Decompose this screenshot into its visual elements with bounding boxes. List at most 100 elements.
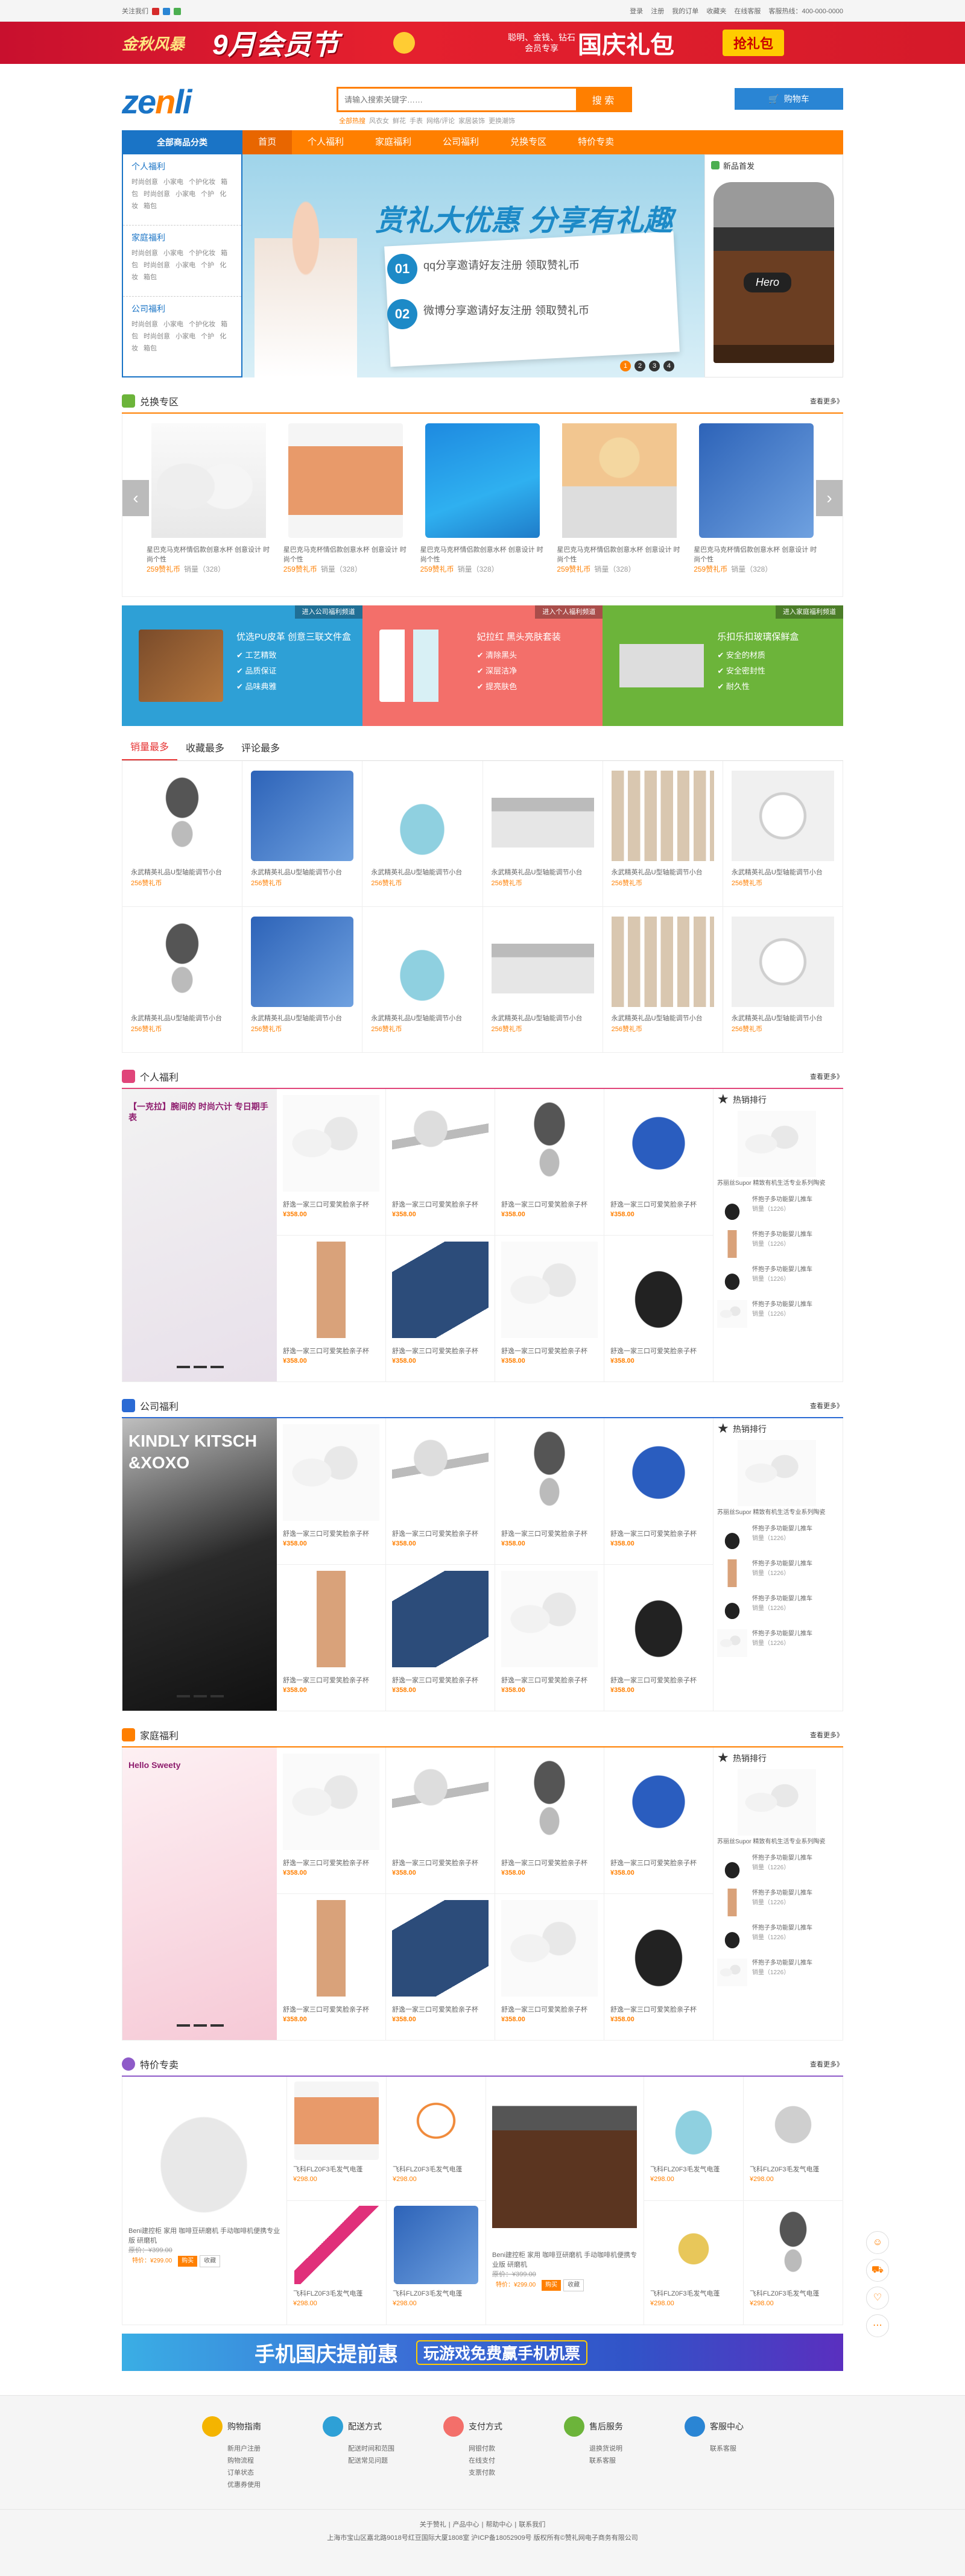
- product-name[interactable]: 舒逸一家三口可爱笑脸亲子杯: [392, 2005, 489, 2015]
- product-image[interactable]: [283, 1424, 379, 1521]
- wechat-icon[interactable]: [174, 8, 182, 16]
- product-name[interactable]: 怀抱子多功能婴儿推车: [752, 1524, 812, 1534]
- product-name[interactable]: 怀抱子多功能婴儿推车: [752, 1629, 812, 1639]
- product-name[interactable]: 星巴克马克杯情侣款创意水杯 创意设计 时尚个性: [147, 545, 271, 564]
- product-image[interactable]: [610, 1900, 707, 1997]
- category-family[interactable]: 家庭福利 时尚创意 小家电 个护化妆 箱包 时尚创意 小家电 个护 化妆 箱包: [123, 226, 241, 297]
- product-name[interactable]: 飞科FLZ0F3毛发气电蓬: [650, 2289, 737, 2299]
- product-name[interactable]: 舒逸一家三口可爱笑脸亲子杯: [283, 1200, 379, 1210]
- product-name[interactable]: 舒逸一家三口可爱笑脸亲子杯: [610, 2005, 707, 2015]
- slider-dot[interactable]: 4: [663, 361, 674, 371]
- product-name[interactable]: 舒逸一家三口可爱笑脸亲子杯: [610, 1858, 707, 1868]
- footer-link[interactable]: 订单状态: [202, 2467, 280, 2479]
- footer-link-about[interactable]: 关于赞礼: [420, 2521, 446, 2528]
- promo-company[interactable]: 进入公司福利频道 优选PU皮革 创意三联文件盒 ✔ 工艺精致 ✔ 品质保证 ✔ 品味典雅: [122, 605, 362, 726]
- footer-link[interactable]: 在线支付: [443, 2455, 522, 2467]
- category-title[interactable]: 公司福利: [131, 303, 233, 315]
- rank-product[interactable]: 永武精英礼品U型轴能调节小台 256赞礼币: [242, 907, 363, 1053]
- product-name[interactable]: 舒逸一家三口可爱笑脸亲子杯: [501, 1676, 598, 1685]
- product-image[interactable]: [392, 1900, 489, 1997]
- ranking-item[interactable]: 怀抱子多功能婴儿推车 销量（1226）: [717, 1889, 837, 1916]
- product-image[interactable]: [294, 2206, 379, 2284]
- product-image[interactable]: [501, 1900, 598, 1997]
- floor-banner[interactable]: 【一克拉】腕间的 时尚六计 专日期手表: [122, 1089, 277, 1381]
- nav-family[interactable]: 家庭福利: [359, 130, 427, 154]
- product-image[interactable]: [717, 1300, 747, 1328]
- promo-tag[interactable]: 进入公司福利频道: [294, 605, 362, 619]
- footer-link[interactable]: 优惠券使用: [202, 2479, 280, 2491]
- hot-keyword[interactable]: 手表: [410, 118, 423, 125]
- footer-link[interactable]: 联系客服: [564, 2455, 642, 2467]
- product-image[interactable]: [717, 1559, 747, 1587]
- category-links[interactable]: 时尚创意 小家电 个护化妆 箱包 时尚创意 小家电 个护 化妆 箱包: [131, 318, 233, 355]
- ranking-item[interactable]: 怀抱子多功能婴儿推车 销量（1226）: [717, 1924, 837, 1951]
- product-name[interactable]: 舒逸一家三口可爱笑脸亲子杯: [610, 1676, 707, 1685]
- product-name[interactable]: 飞科FLZ0F3毛发气电蓬: [393, 2165, 479, 2174]
- product-image[interactable]: [392, 1754, 489, 1850]
- category-company[interactable]: 公司福利时尚创意 小家电 个护化妆 箱包 时尚创意 小家电 个护 化妆 箱包: [123, 297, 241, 368]
- special-item[interactable]: 飞科FLZ0F3毛发气电蓬 ¥298.00: [286, 2077, 386, 2201]
- floor-banner[interactable]: Hello Sweety: [122, 1747, 277, 2040]
- floor-product[interactable]: 舒逸一家三口可爱笑脸亲子杯 ¥358.00: [495, 1747, 604, 1894]
- product-name[interactable]: 怀抱子多功能婴儿推车: [752, 1924, 812, 1933]
- product-image[interactable]: [294, 2082, 379, 2160]
- product-image[interactable]: [751, 2206, 835, 2284]
- banner-dot[interactable]: [177, 1366, 190, 1368]
- favorites-link[interactable]: 收藏夹: [706, 8, 726, 15]
- category-personal[interactable]: 个人福利 时尚创意 小家电 个护化妆 箱包 时尚创意 小家电 个护 化妆 箱包: [123, 154, 241, 226]
- product-image[interactable]: [288, 423, 403, 538]
- product-name[interactable]: 飞科FLZ0F3毛发气电蓬: [293, 2165, 380, 2174]
- product-name[interactable]: 舒逸一家三口可爱笑脸亲子杯: [501, 1200, 598, 1210]
- product-image[interactable]: [283, 1571, 379, 1667]
- banner-dot[interactable]: [210, 1695, 224, 1697]
- exchange-more-link[interactable]: 查看更多》: [810, 396, 843, 406]
- product-image[interactable]: [283, 1095, 379, 1192]
- hot-keyword[interactable]: 家居装饰: [458, 118, 485, 125]
- nav-home[interactable]: 首页: [242, 130, 293, 154]
- product-name[interactable]: 飞科FLZ0F3毛发气电蓬: [393, 2289, 479, 2299]
- special-item[interactable]: 飞科FLZ0F3毛发气电蓬 ¥298.00: [644, 2077, 743, 2201]
- floor-product[interactable]: 舒逸一家三口可爱笑脸亲子杯 ¥358.00: [386, 1418, 495, 1565]
- banner-dot[interactable]: [210, 1366, 224, 1368]
- ranking-top-item[interactable]: 苏丽丝Supor 精致有机生活专业系列陶瓷: [717, 1111, 837, 1188]
- product-image[interactable]: [251, 771, 354, 861]
- promo-tag[interactable]: 进入家庭福利频道: [776, 605, 844, 619]
- tab-top-sales[interactable]: 销量最多: [122, 739, 178, 760]
- floor-product[interactable]: 舒逸一家三口可爱笑脸亲子杯 ¥358.00: [277, 1089, 386, 1236]
- slider-dot[interactable]: 2: [634, 361, 645, 371]
- product-image[interactable]: [392, 1242, 489, 1338]
- product-image[interactable]: [371, 771, 474, 861]
- special-featured-2[interactable]: Beni建控柜 家用 咖啡豆研磨机 手动咖啡机便携专业版 研磨机 原价：¥399…: [486, 2077, 644, 2325]
- product-name[interactable]: 舒逸一家三口可爱笑脸亲子杯: [501, 1346, 598, 1356]
- product-name[interactable]: 星巴克马克杯情侣款创意水杯 创意设计 时尚个性: [694, 545, 818, 564]
- product-name[interactable]: 怀抱子多功能婴儿推车: [752, 1594, 812, 1604]
- product-name[interactable]: 舒逸一家三口可爱笑脸亲子杯: [283, 2005, 379, 2015]
- rank-product[interactable]: 永武精英礼品U型轴能调节小台 256赞礼币: [122, 907, 243, 1053]
- chevron-right-icon[interactable]: ›: [816, 480, 843, 516]
- floor-product[interactable]: 舒逸一家三口可爱笑脸亲子杯 ¥358.00: [495, 1089, 604, 1236]
- promo-banner[interactable]: 金秋风暴 9月会员节 聪明、金钱、钻石会员专享 国庆礼包 抢礼包: [0, 22, 965, 64]
- all-categories[interactable]: 全部商品分类: [122, 130, 242, 154]
- ranking-item[interactable]: 怀抱子多功能婴儿推车 销量（1226）: [717, 1195, 837, 1223]
- product-name[interactable]: 星巴克马克杯情侣款创意水杯 创意设计 时尚个性: [420, 545, 545, 564]
- online-service-link[interactable]: 在线客服: [734, 8, 761, 15]
- hot-keyword[interactable]: 鲜花: [393, 118, 406, 125]
- footer-link[interactable]: 配送常见问题: [323, 2455, 401, 2467]
- banner-dot[interactable]: [194, 2024, 207, 2027]
- special-item[interactable]: 飞科FLZ0F3毛发气电蓬 ¥298.00: [743, 2201, 843, 2325]
- rank-product[interactable]: 永武精英礼品U型轴能调节小台 256赞礼币: [122, 761, 243, 907]
- floor-more-link[interactable]: 查看更多》: [810, 1730, 843, 1740]
- qq-icon[interactable]: [163, 8, 171, 16]
- floor-product[interactable]: 舒逸一家三口可爱笑脸亲子杯 ¥358.00: [277, 1236, 386, 1382]
- floor-product[interactable]: 舒逸一家三口可爱笑脸亲子杯 ¥358.00: [604, 1236, 713, 1382]
- buy-button[interactable]: 购买: [542, 2280, 562, 2291]
- product-image[interactable]: [651, 2206, 736, 2284]
- product-image[interactable]: [394, 2082, 478, 2160]
- ad-game-button[interactable]: 玩游戏免费赢手机机票: [416, 2340, 588, 2365]
- ranking-item[interactable]: 怀抱子多功能婴儿推车 销量（1226）: [717, 1959, 837, 1986]
- ranking-item[interactable]: 怀抱子多功能婴儿推车 销量（1226）: [717, 1594, 837, 1622]
- product-image[interactable]: [717, 1265, 747, 1293]
- category-links[interactable]: 时尚创意 小家电 个护化妆 箱包 时尚创意 小家电 个护 化妆 箱包: [131, 247, 233, 283]
- product-image[interactable]: [371, 917, 474, 1007]
- rank-product[interactable]: 永武精英礼品U型轴能调节小台 256赞礼币: [362, 907, 483, 1053]
